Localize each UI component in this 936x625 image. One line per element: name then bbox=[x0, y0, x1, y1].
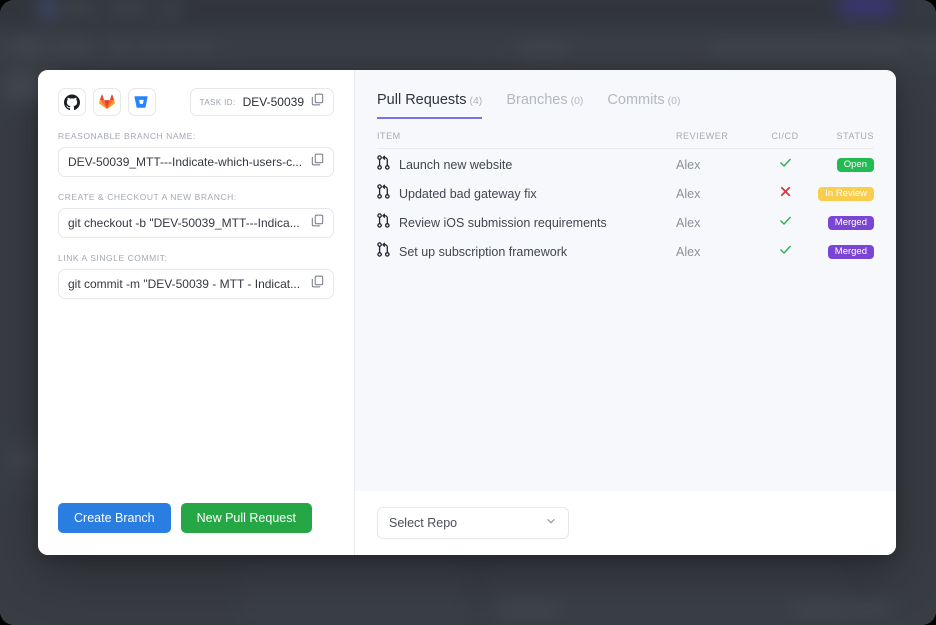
check-icon bbox=[779, 156, 792, 173]
select-repo-value: Select Repo bbox=[389, 516, 458, 530]
activity-tabs: Pull Requests (4) Branches (0) Commits (0) bbox=[355, 70, 896, 119]
pull-request-icon bbox=[377, 213, 390, 233]
status-badge: In Review bbox=[818, 186, 874, 202]
row-reviewer: Alex bbox=[676, 245, 701, 259]
column-header-status: STATUS bbox=[836, 131, 874, 141]
commit-command-value: git commit -m "DEV-50039 - MTT - Indicat… bbox=[68, 277, 301, 291]
branch-tools-panel: TASK ID: DEV-50039 REASONABLE BRANCH NAM… bbox=[38, 70, 355, 555]
tab-commits[interactable]: Commits (0) bbox=[607, 92, 680, 119]
tab-commits-count: (0) bbox=[667, 95, 681, 107]
row-status-cell: Merged bbox=[810, 215, 874, 231]
provider-and-taskid-row: TASK ID: DEV-50039 bbox=[58, 88, 334, 116]
branch-name-value: DEV-50039_MTT---Indicate-which-users-c..… bbox=[68, 155, 303, 169]
pull-request-icon bbox=[377, 184, 390, 204]
tab-branches[interactable]: Branches (0) bbox=[506, 92, 583, 119]
select-repo-dropdown[interactable]: Select Repo bbox=[377, 507, 569, 539]
copy-commit-command-icon[interactable] bbox=[311, 275, 324, 293]
check-icon bbox=[779, 243, 792, 260]
row-reviewer: Alex bbox=[676, 158, 701, 172]
row-cicd-status bbox=[760, 156, 810, 174]
task-id-value: DEV-50039 bbox=[242, 95, 304, 109]
row-item-title: Set up subscription framework bbox=[399, 245, 568, 259]
branch-name-input[interactable]: DEV-50039_MTT---Indicate-which-users-c..… bbox=[58, 147, 334, 177]
copy-branch-name-icon[interactable] bbox=[311, 153, 324, 171]
branch-name-field-group: REASONABLE BRANCH NAME: DEV-50039_MTT---… bbox=[58, 131, 334, 177]
checkout-command-value: git checkout -b "DEV-50039_MTT---Indica.… bbox=[68, 216, 300, 230]
tab-pull-requests-count: (4) bbox=[469, 95, 483, 107]
row-item-title: Updated bad gateway fix bbox=[399, 187, 537, 201]
tab-branches-label: Branches bbox=[506, 92, 568, 108]
chevron-down-icon bbox=[545, 514, 557, 532]
task-id-label: TASK ID: bbox=[199, 97, 236, 107]
provider-github-button[interactable] bbox=[58, 88, 86, 116]
copy-task-id-icon[interactable] bbox=[311, 93, 324, 111]
row-status-cell: Merged bbox=[810, 244, 874, 260]
checkout-command-input[interactable]: git checkout -b "DEV-50039_MTT---Indica.… bbox=[58, 208, 334, 238]
row-item-cell: Review iOS submission requirements bbox=[377, 213, 676, 233]
provider-gitlab-button[interactable] bbox=[93, 88, 121, 116]
create-branch-button[interactable]: Create Branch bbox=[58, 503, 171, 533]
row-reviewer: Alex bbox=[676, 187, 701, 201]
task-id-field[interactable]: TASK ID: DEV-50039 bbox=[189, 88, 334, 116]
row-item-cell: Set up subscription framework bbox=[377, 242, 676, 262]
row-cicd-status bbox=[760, 185, 810, 203]
row-item-title: Launch new website bbox=[399, 158, 513, 172]
checkout-command-label: CREATE & CHECKOUT A NEW BRANCH: bbox=[58, 192, 237, 202]
bitbucket-icon bbox=[134, 94, 150, 110]
tab-pull-requests-label: Pull Requests bbox=[377, 92, 467, 108]
commit-command-label: LINK A SINGLE COMMIT: bbox=[58, 253, 168, 263]
row-cicd-status bbox=[760, 214, 810, 232]
repository-activity-panel: Pull Requests (4) Branches (0) Commits (0) … bbox=[355, 70, 896, 555]
provider-bitbucket-button[interactable] bbox=[128, 88, 156, 116]
copy-checkout-command-icon[interactable] bbox=[311, 214, 324, 232]
status-badge: Merged bbox=[827, 215, 874, 231]
branch-name-label: REASONABLE BRANCH NAME: bbox=[58, 131, 196, 141]
row-status-cell: Open bbox=[810, 157, 874, 173]
gitlab-icon bbox=[99, 94, 115, 110]
check-icon bbox=[779, 214, 792, 231]
pull-request-icon bbox=[377, 242, 390, 262]
provider-selector bbox=[58, 88, 156, 116]
new-pull-request-button[interactable]: New Pull Request bbox=[180, 503, 312, 533]
status-badge: Merged bbox=[827, 244, 874, 260]
status-badge: Open bbox=[836, 157, 874, 173]
tab-pull-requests[interactable]: Pull Requests (4) bbox=[377, 92, 483, 119]
cross-icon bbox=[779, 185, 792, 202]
table-row[interactable]: Review iOS submission requirements Alex … bbox=[377, 210, 874, 236]
row-item-cell: Launch new website bbox=[377, 155, 676, 175]
table-header-row: ITEM REVIEWER CI/CD STATUS bbox=[377, 119, 874, 149]
git-integration-modal: TASK ID: DEV-50039 REASONABLE BRANCH NAM… bbox=[38, 70, 896, 555]
left-panel-actions: Create Branch New Pull Request bbox=[38, 503, 354, 555]
repository-footer: Select Repo bbox=[355, 491, 896, 555]
tab-branches-count: (0) bbox=[570, 95, 584, 107]
checkout-command-field-group: CREATE & CHECKOUT A NEW BRANCH: git chec… bbox=[58, 192, 334, 238]
table-row[interactable]: Set up subscription framework Alex Merge… bbox=[377, 239, 874, 265]
row-item-cell: Updated bad gateway fix bbox=[377, 184, 676, 204]
table-row[interactable]: Updated bad gateway fix Alex In Review bbox=[377, 181, 874, 207]
column-header-item: ITEM bbox=[377, 131, 401, 141]
tab-commits-label: Commits bbox=[607, 92, 665, 108]
row-reviewer: Alex bbox=[676, 216, 701, 230]
column-header-reviewer: REVIEWER bbox=[676, 131, 729, 141]
commit-command-field-group: LINK A SINGLE COMMIT: git commit -m "DEV… bbox=[58, 253, 334, 299]
row-cicd-status bbox=[760, 243, 810, 261]
column-header-cicd: CI/CD bbox=[771, 131, 799, 141]
row-status-cell: In Review bbox=[810, 186, 874, 202]
commit-command-input[interactable]: git commit -m "DEV-50039 - MTT - Indicat… bbox=[58, 269, 334, 299]
pull-requests-table: ITEM REVIEWER CI/CD STATUS Launch new we… bbox=[355, 119, 896, 265]
table-row[interactable]: Launch new website Alex Open bbox=[377, 152, 874, 178]
pull-request-icon bbox=[377, 155, 390, 175]
github-icon bbox=[64, 94, 80, 110]
row-item-title: Review iOS submission requirements bbox=[399, 216, 607, 230]
